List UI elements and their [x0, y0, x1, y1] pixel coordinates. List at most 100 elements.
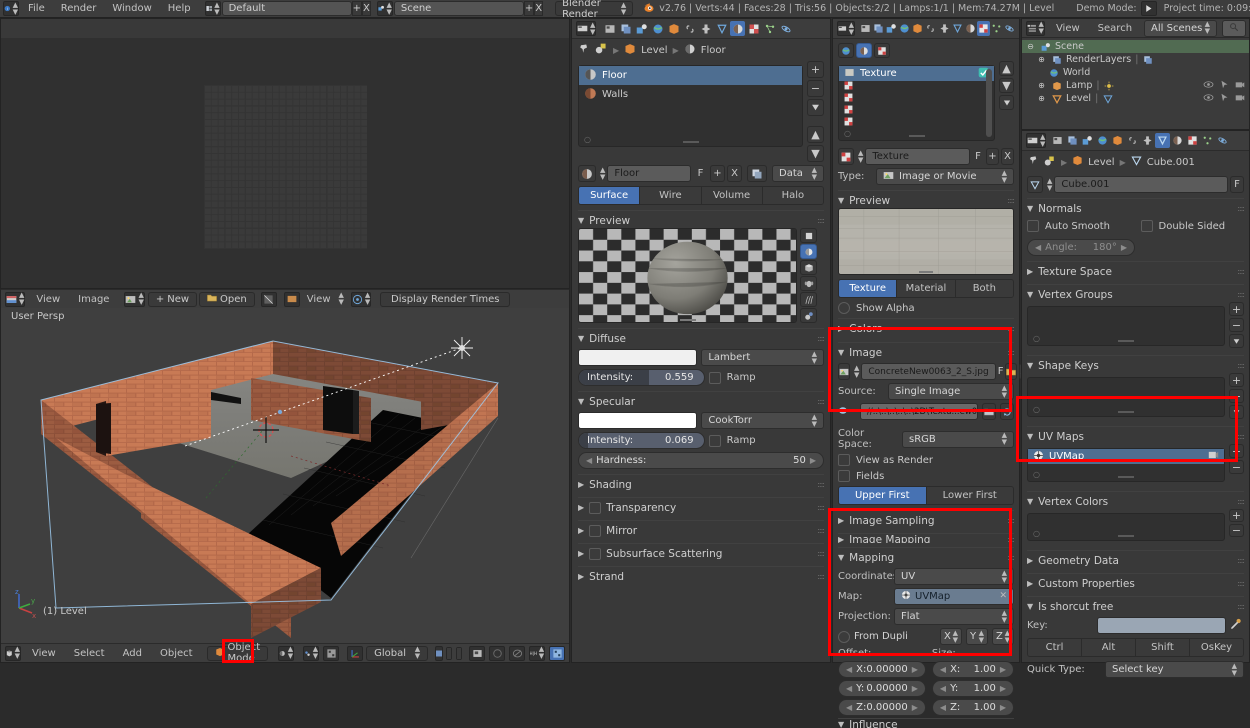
ctrl-button[interactable]: Ctrl: [1028, 639, 1082, 656]
tab-texture[interactable]: [746, 21, 761, 36]
breadcrumb-object[interactable]: Level: [1088, 157, 1114, 168]
viewport-menu-add[interactable]: Add: [115, 645, 150, 662]
add-screen-layout-button[interactable]: +: [352, 1, 362, 16]
tab-physics[interactable]: [1215, 133, 1230, 148]
arrow-right-icon[interactable]: ▶: [810, 456, 816, 465]
add-uv-map-button[interactable]: +: [1229, 444, 1244, 458]
tab-volume[interactable]: Volume: [702, 187, 763, 204]
material-specials-menu-button[interactable]: [807, 99, 824, 116]
cursor-icon[interactable]: [1220, 80, 1229, 91]
tab-modifiers[interactable]: [938, 21, 951, 36]
eyedropper-icon[interactable]: [1230, 618, 1244, 633]
tab-render[interactable]: [602, 21, 617, 36]
sphere-sky-preview-icon[interactable]: [800, 308, 817, 323]
panel-grip[interactable]: ::::: [817, 397, 824, 406]
scene-layers-grid-top[interactable]: [446, 647, 452, 660]
panel-grip[interactable]: ::::: [1007, 516, 1014, 525]
panel-grip[interactable]: ::::: [1007, 324, 1014, 333]
panel-grip[interactable]: ::::: [1237, 579, 1244, 588]
list-grip[interactable]: [909, 135, 925, 137]
panel-grip[interactable]: ::::: [817, 549, 824, 558]
expander-icon[interactable]: ⊕: [1036, 93, 1047, 104]
transparency-checkbox[interactable]: [589, 502, 601, 514]
shape-key-specials-button[interactable]: [1229, 405, 1244, 419]
add-shape-key-button[interactable]: +: [1229, 373, 1244, 387]
panel-header-image-sampling[interactable]: ▶ Image Sampling ::::: [838, 510, 1014, 528]
view-as-render-checkbox-row[interactable]: View as Render: [838, 454, 1014, 466]
chevron-updown-icon[interactable]: ▲▼: [858, 150, 863, 164]
arrow-left-icon[interactable]: ◀: [940, 684, 946, 693]
link-icon[interactable]: [838, 405, 856, 419]
open-image-button[interactable]: Open: [199, 292, 255, 307]
tab-scene[interactable]: [1080, 133, 1095, 148]
mirror-icon[interactable]: H|H ▲▼: [529, 646, 545, 661]
texture-slot-row[interactable]: [839, 81, 994, 93]
panel-grip[interactable]: ::::: [1237, 556, 1244, 565]
panel-grip[interactable]: ::::: [1237, 361, 1244, 370]
expander-icon[interactable]: ⊕: [1036, 80, 1047, 91]
display-render-times-button[interactable]: Display Render Times: [380, 292, 510, 307]
quick-type-dropdown[interactable]: Select key ▲▼: [1105, 661, 1244, 678]
image-editor-menu-image[interactable]: Image: [70, 291, 117, 308]
panel-grip[interactable]: ::::: [1007, 348, 1014, 357]
panel-header-specular[interactable]: ▼ Specular ::::: [578, 391, 824, 409]
shape-keys-list[interactable]: ○: [1027, 377, 1225, 417]
cube-preview-icon[interactable]: [800, 260, 817, 275]
size-x-field[interactable]: ◀X:1.00▶: [932, 661, 1014, 678]
panel-header-image[interactable]: ▼ Image ::::: [838, 342, 1014, 360]
unlink-material-button[interactable]: X: [727, 165, 742, 182]
offset-z-field[interactable]: ◀Z:0.00000▶: [838, 699, 926, 716]
tab-render-layers[interactable]: [618, 21, 633, 36]
arrow-left-icon[interactable]: ◀: [846, 665, 852, 674]
material-slot-row[interactable]: Walls: [579, 85, 802, 104]
eye-icon[interactable]: [1203, 80, 1214, 91]
panel-header-colors[interactable]: ▶ Colors ::::: [838, 318, 1014, 336]
offset-x-field[interactable]: ◀X:0.00000▶: [838, 661, 926, 678]
arrow-left-icon[interactable]: ◀: [940, 703, 946, 712]
panel-header-sss[interactable]: ▶ Subsurface Scattering ::::: [578, 543, 824, 561]
axis-z-dropdown[interactable]: Z ▲▼: [992, 628, 1014, 645]
info-editor-icon[interactable]: i ▲▼: [3, 1, 19, 16]
list-grip[interactable]: [1118, 411, 1134, 413]
transform-orientation-selector[interactable]: Global ▲▼: [366, 646, 428, 661]
tab-object[interactable]: [666, 21, 681, 36]
panel-header-influence[interactable]: ▼ Influence: [838, 718, 1014, 728]
image-path-field[interactable]: //..\..\..\..\..\2D\Textu...ew0063_2_S.j…: [860, 403, 978, 420]
mesh-name-field[interactable]: Cube.001: [1054, 176, 1228, 193]
panel-grip[interactable]: ::::: [1237, 432, 1244, 441]
tab-physics[interactable]: [1003, 21, 1016, 36]
tab-particles[interactable]: [990, 21, 1003, 36]
cursor-icon[interactable]: [1220, 93, 1229, 104]
arrow-right-icon[interactable]: ▶: [912, 665, 918, 674]
tab-modifiers[interactable]: [1140, 133, 1155, 148]
texture-list-scrollbar[interactable]: [986, 69, 992, 137]
camera-icon[interactable]: [1235, 80, 1245, 91]
play-icon[interactable]: [1141, 1, 1157, 16]
image-view-mode-icon[interactable]: [284, 292, 300, 307]
delete-scene-button[interactable]: X: [534, 1, 543, 16]
panel-header-custom-properties[interactable]: ▶ Custom Properties ::::: [1027, 573, 1244, 591]
tab-surface[interactable]: Surface: [579, 187, 640, 204]
material-browse-icon[interactable]: [578, 165, 596, 182]
image-source-dropdown[interactable]: Single Image ▲▼: [888, 383, 1014, 400]
add-vertex-group-button[interactable]: +: [1229, 302, 1244, 316]
material-preview-render[interactable]: [578, 228, 797, 323]
image-editor-menu-view[interactable]: View: [28, 291, 68, 308]
panel-header-geometry-data[interactable]: ▶ Geometry Data ::::: [1027, 550, 1244, 568]
render-icon[interactable]: [469, 646, 485, 661]
panel-grip[interactable]: ::::: [817, 572, 824, 581]
oskey-button[interactable]: OsKey: [1190, 639, 1243, 656]
tab-texture[interactable]: [977, 21, 990, 36]
outliner-row-scene[interactable]: ⊖ Scene: [1022, 40, 1249, 53]
tab-particles[interactable]: [1200, 133, 1215, 148]
offset-y-field[interactable]: ◀Y:0.00000▶: [838, 680, 926, 697]
key-input[interactable]: [1097, 617, 1226, 634]
pin-icon[interactable]: [1028, 155, 1039, 169]
move-texture-up-button[interactable]: ▲: [999, 61, 1014, 76]
move-texture-down-button[interactable]: ▼: [999, 78, 1014, 93]
panel-header-normals[interactable]: ▼ Normals ::::: [1027, 198, 1244, 216]
specular-intensity-slider[interactable]: Intensity: 0.069: [578, 432, 705, 449]
vertex-colors-list[interactable]: ○: [1027, 513, 1225, 541]
specular-color-swatch[interactable]: [578, 412, 697, 429]
remove-shape-key-button[interactable]: −: [1229, 389, 1244, 403]
